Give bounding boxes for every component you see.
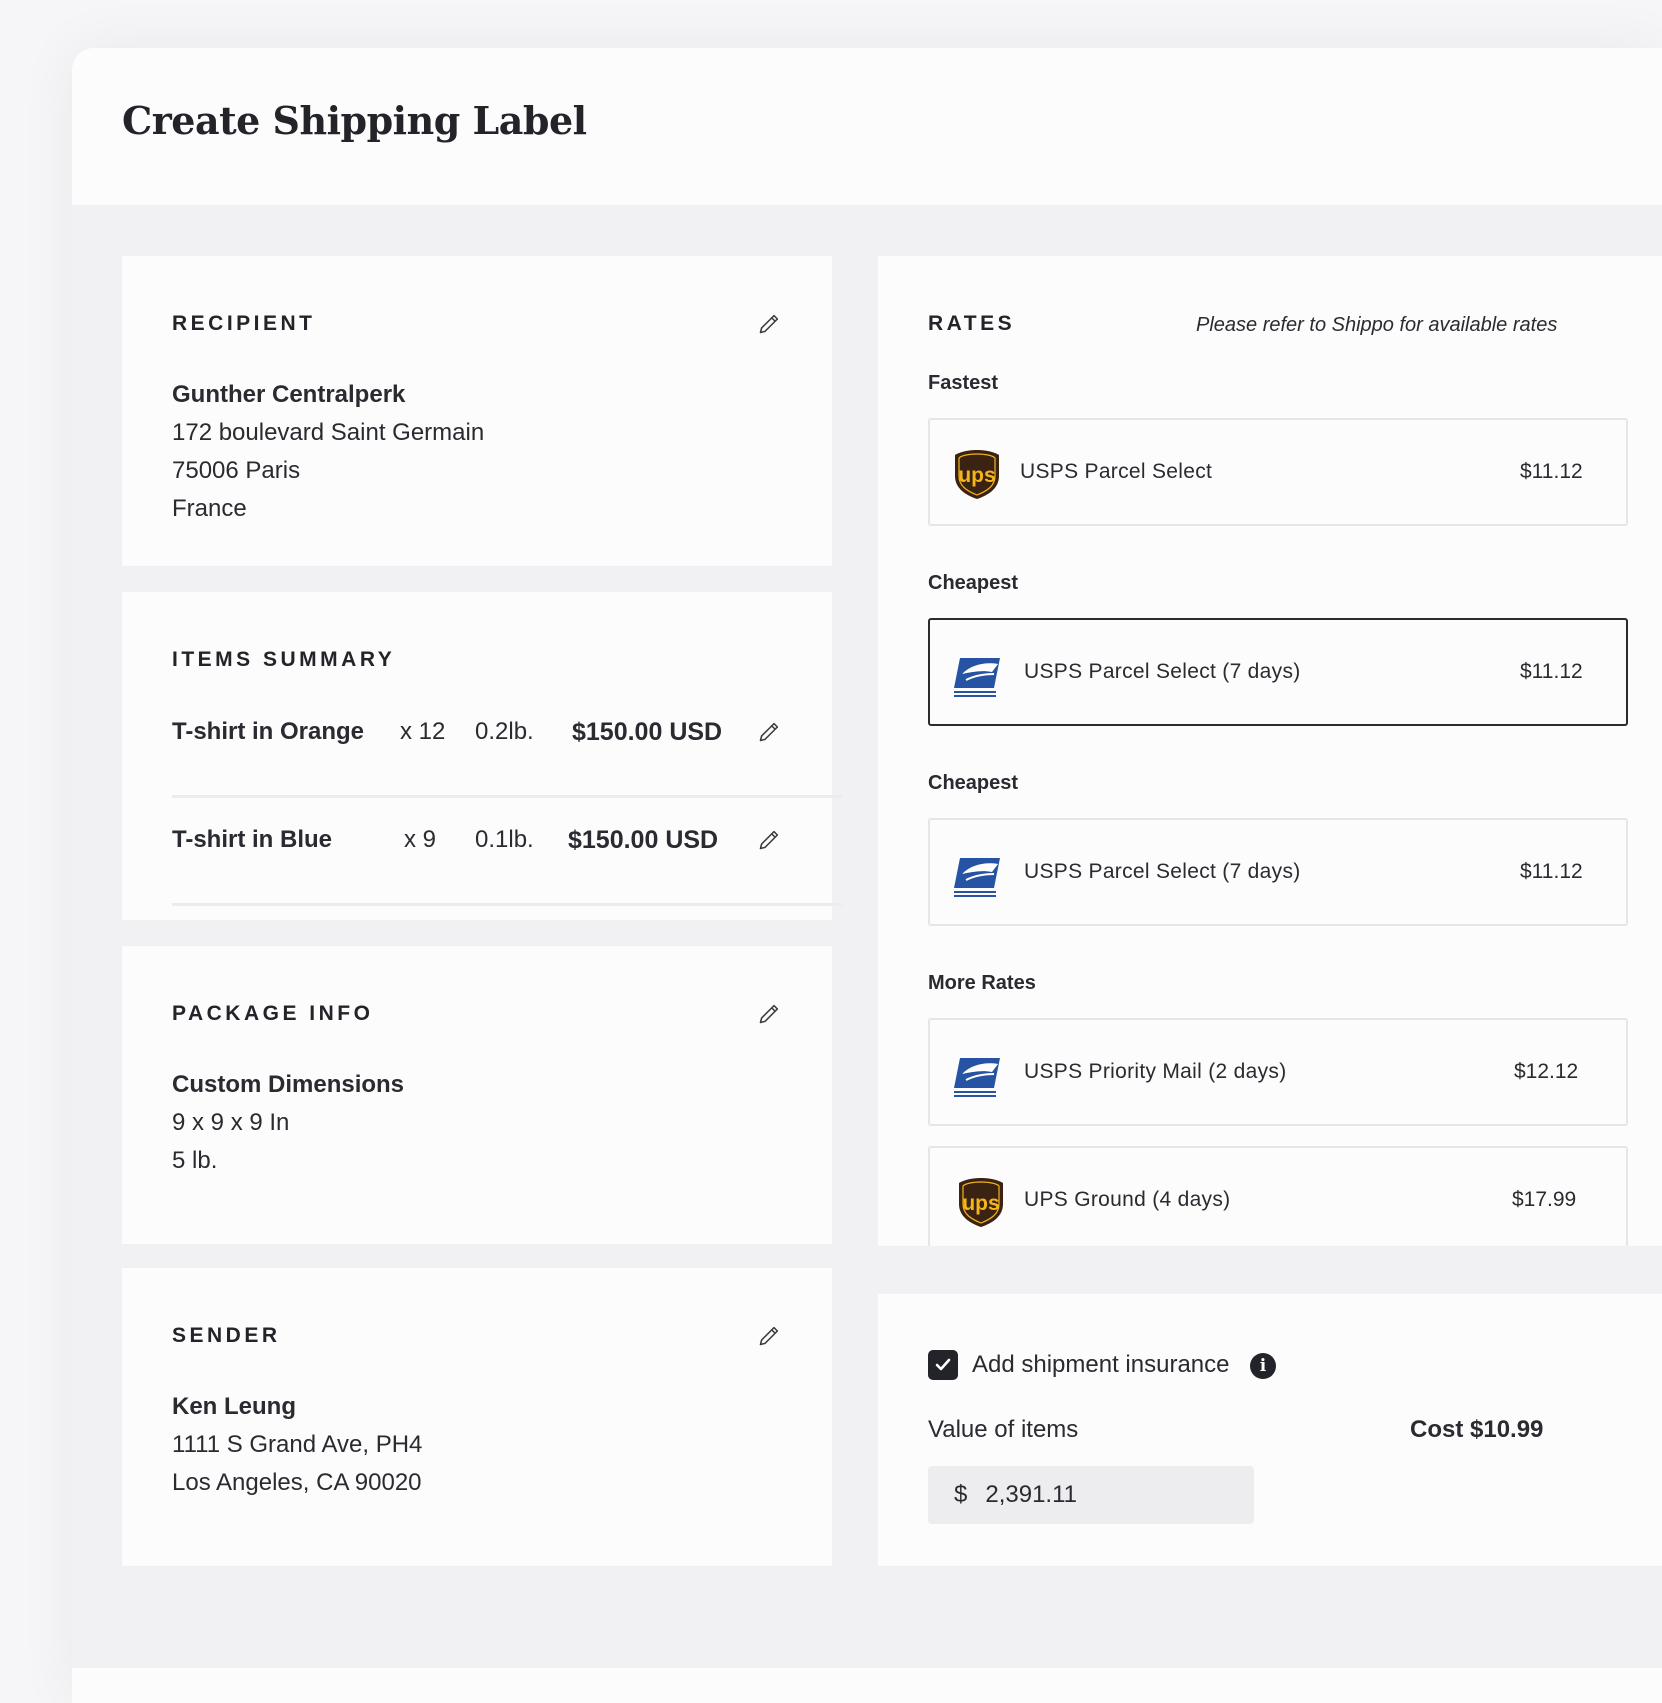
rate-option-selected[interactable]: USPS Parcel Select (7 days) $11.12 — [928, 618, 1628, 726]
ups-logo-icon: ups — [955, 450, 999, 499]
rate-price: $11.12 — [1520, 460, 1583, 483]
rate-price: $11.12 — [1520, 660, 1583, 683]
recipient-name: Gunther Centralperk — [172, 381, 406, 408]
recipient-line3: France — [172, 495, 247, 522]
rate-name: USPS Parcel Select (7 days) — [1024, 660, 1301, 683]
window-footer — [72, 1668, 1662, 1703]
rate-group-label: Cheapest — [928, 572, 1019, 594]
package-weight: 5 lb. — [172, 1147, 218, 1174]
item-row: T-shirt in Blue x 9 0.1lb. $150.00 USD — [172, 798, 842, 906]
item-name: T-shirt in Orange — [172, 718, 365, 745]
edit-recipient-button[interactable] — [754, 308, 784, 338]
rate-group-label: Cheapest — [928, 772, 1019, 794]
svg-text:ups: ups — [958, 464, 995, 487]
checkmark-icon — [935, 1358, 951, 1371]
rate-name: USPS Priority Mail (2 days) — [1024, 1060, 1287, 1083]
edit-sender-button[interactable] — [754, 1320, 784, 1350]
insurance-checkbox[interactable] — [928, 1350, 958, 1380]
pencil-icon — [759, 1326, 778, 1345]
usps-logo-icon — [954, 858, 1000, 897]
rate-group-label: Fastest — [928, 372, 999, 394]
usps-logo-icon — [954, 1058, 1000, 1097]
item-price: $150.00 USD — [572, 718, 723, 746]
rate-option[interactable]: USPS Priority Mail (2 days) $12.12 — [928, 1018, 1628, 1126]
recipient-title: RECIPIENT — [172, 312, 316, 335]
item-weight: 0.2lb. — [475, 718, 534, 745]
item-name: T-shirt in Blue — [172, 826, 333, 853]
rates-card: RATES Please refer to Shippo for availab… — [878, 256, 1662, 1246]
rate-price: $11.12 — [1520, 860, 1583, 883]
package-details: Custom Dimensions 9 x 9 x 9 In 5 lb. — [172, 1066, 404, 1180]
recipient-line1: 172 boulevard Saint Germain — [172, 419, 485, 446]
rate-name: UPS Ground (4 days) — [1024, 1188, 1231, 1211]
edit-item-button[interactable] — [754, 824, 784, 854]
recipient-address: Gunther Centralperk 172 boulevard Saint … — [172, 376, 484, 528]
shipping-label-window: Create Shipping Label RECIPIENT Gunther … — [72, 48, 1662, 1703]
sender-address: Ken Leung 1111 S Grand Ave, PH4 Los Ange… — [172, 1388, 422, 1502]
item-row: T-shirt in Orange x 12 0.2lb. $150.00 US… — [172, 690, 842, 798]
page-header: Create Shipping Label — [72, 48, 1662, 205]
more-rates-label: More Rates — [928, 972, 1036, 994]
rates-title: RATES — [928, 312, 1016, 335]
edit-item-button[interactable] — [754, 716, 784, 746]
currency-symbol: $ — [954, 1481, 968, 1508]
package-info-title: PACKAGE INFO — [172, 1002, 374, 1025]
rate-option[interactable]: ups UPS Ground (4 days) $17.99 — [928, 1146, 1628, 1246]
sender-name: Ken Leung — [172, 1393, 296, 1420]
rate-name: USPS Parcel Select (7 days) — [1024, 860, 1301, 883]
sender-card: SENDER Ken Leung 1111 S Grand Ave, PH4 L… — [122, 1268, 832, 1566]
insurance-card: Add shipment insurance i Value of items … — [878, 1294, 1662, 1566]
insurance-checkbox-label[interactable]: Add shipment insurance — [972, 1351, 1229, 1379]
pencil-icon — [759, 722, 778, 741]
svg-text:ups: ups — [962, 1192, 999, 1215]
ups-logo-icon: ups — [959, 1178, 1003, 1227]
rate-price: $17.99 — [1512, 1188, 1577, 1211]
insurance-cost: Cost $10.99 — [1410, 1416, 1544, 1443]
recipient-card: RECIPIENT Gunther Centralperk 172 boulev… — [122, 256, 832, 566]
value-of-items-label: Value of items — [928, 1416, 1079, 1443]
usps-logo-icon — [954, 658, 1000, 697]
page-title: Create Shipping Label — [122, 98, 587, 143]
item-quantity: x 12 — [400, 718, 446, 745]
value-of-items-field[interactable]: $ — [928, 1466, 1254, 1524]
sender-title: SENDER — [172, 1324, 281, 1347]
recipient-line2: 75006 Paris — [172, 457, 301, 484]
rate-price: $12.12 — [1514, 1060, 1579, 1083]
rate-option[interactable]: USPS Parcel Select (7 days) $11.12 — [928, 818, 1628, 926]
items-summary-title: ITEMS SUMMARY — [172, 648, 396, 671]
package-info-card: PACKAGE INFO Custom Dimensions 9 x 9 x 9… — [122, 946, 832, 1244]
pencil-icon — [759, 314, 778, 333]
pencil-icon — [759, 830, 778, 849]
package-dimensions: 9 x 9 x 9 In — [172, 1109, 290, 1136]
value-of-items-input[interactable] — [985, 1481, 1226, 1509]
rate-name: USPS Parcel Select — [1020, 460, 1213, 483]
package-type: Custom Dimensions — [172, 1071, 405, 1098]
rates-note: Please refer to Shippo for available rat… — [1196, 314, 1558, 336]
sender-line2: Los Angeles, CA 90020 — [172, 1469, 422, 1496]
item-quantity: x 9 — [404, 826, 437, 853]
sender-line1: 1111 S Grand Ave, PH4 — [172, 1431, 423, 1458]
edit-package-button[interactable] — [754, 998, 784, 1028]
pencil-icon — [759, 1004, 778, 1023]
item-weight: 0.1lb. — [475, 826, 534, 853]
item-price: $150.00 USD — [568, 826, 719, 854]
rate-option[interactable]: ups USPS Parcel Select $11.12 — [928, 418, 1628, 526]
items-summary-card: ITEMS SUMMARY T-shirt in Orange x 12 0.2… — [122, 592, 842, 920]
info-icon[interactable]: i — [1250, 1353, 1276, 1379]
